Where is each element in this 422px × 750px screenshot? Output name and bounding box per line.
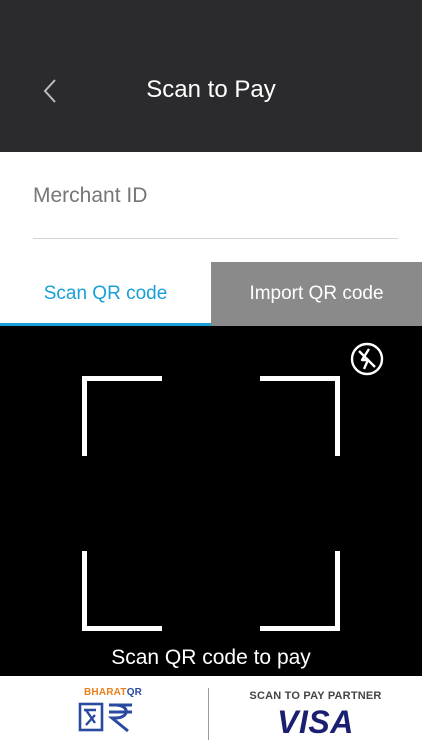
tab-bar: Scan QR code Import QR code <box>0 262 422 326</box>
scan-frame-corner-bottom-left <box>82 551 162 631</box>
input-underline <box>33 238 398 239</box>
scan-frame-corner-bottom-right <box>260 551 340 631</box>
tab-scan-qr[interactable]: Scan QR code <box>0 262 211 326</box>
visa-logo: VISA <box>277 704 354 740</box>
scan-caption: Scan QR code to pay <box>111 646 311 669</box>
merchant-section <box>0 152 422 262</box>
bharat-qr-logo: BHARATQR <box>78 687 148 743</box>
bharat-qr-icon <box>78 702 132 733</box>
tab-scan-qr-label: Scan QR code <box>43 283 168 304</box>
scan-frame-corner-top-right <box>260 376 340 456</box>
page-title: Scan to Pay <box>146 76 276 103</box>
bharat-qr-label: BHARATQR <box>84 687 143 698</box>
flash-off-icon <box>350 342 384 376</box>
camera-viewfinder: Scan QR code to pay <box>0 326 422 676</box>
app-header: Scan to Pay <box>0 0 422 152</box>
partner-label: SCAN TO PAY PARTNER <box>249 690 382 702</box>
merchant-id-input[interactable] <box>33 170 398 222</box>
scan-frame-corner-top-left <box>82 376 162 456</box>
payment-partners-footer: BHARATQR SCAN TO PAY PARTNER VISA <box>0 676 422 750</box>
tab-import-qr[interactable]: Import QR code <box>211 262 422 326</box>
tab-import-qr-label: Import QR code <box>249 283 384 304</box>
flash-toggle-button[interactable] <box>350 342 384 376</box>
